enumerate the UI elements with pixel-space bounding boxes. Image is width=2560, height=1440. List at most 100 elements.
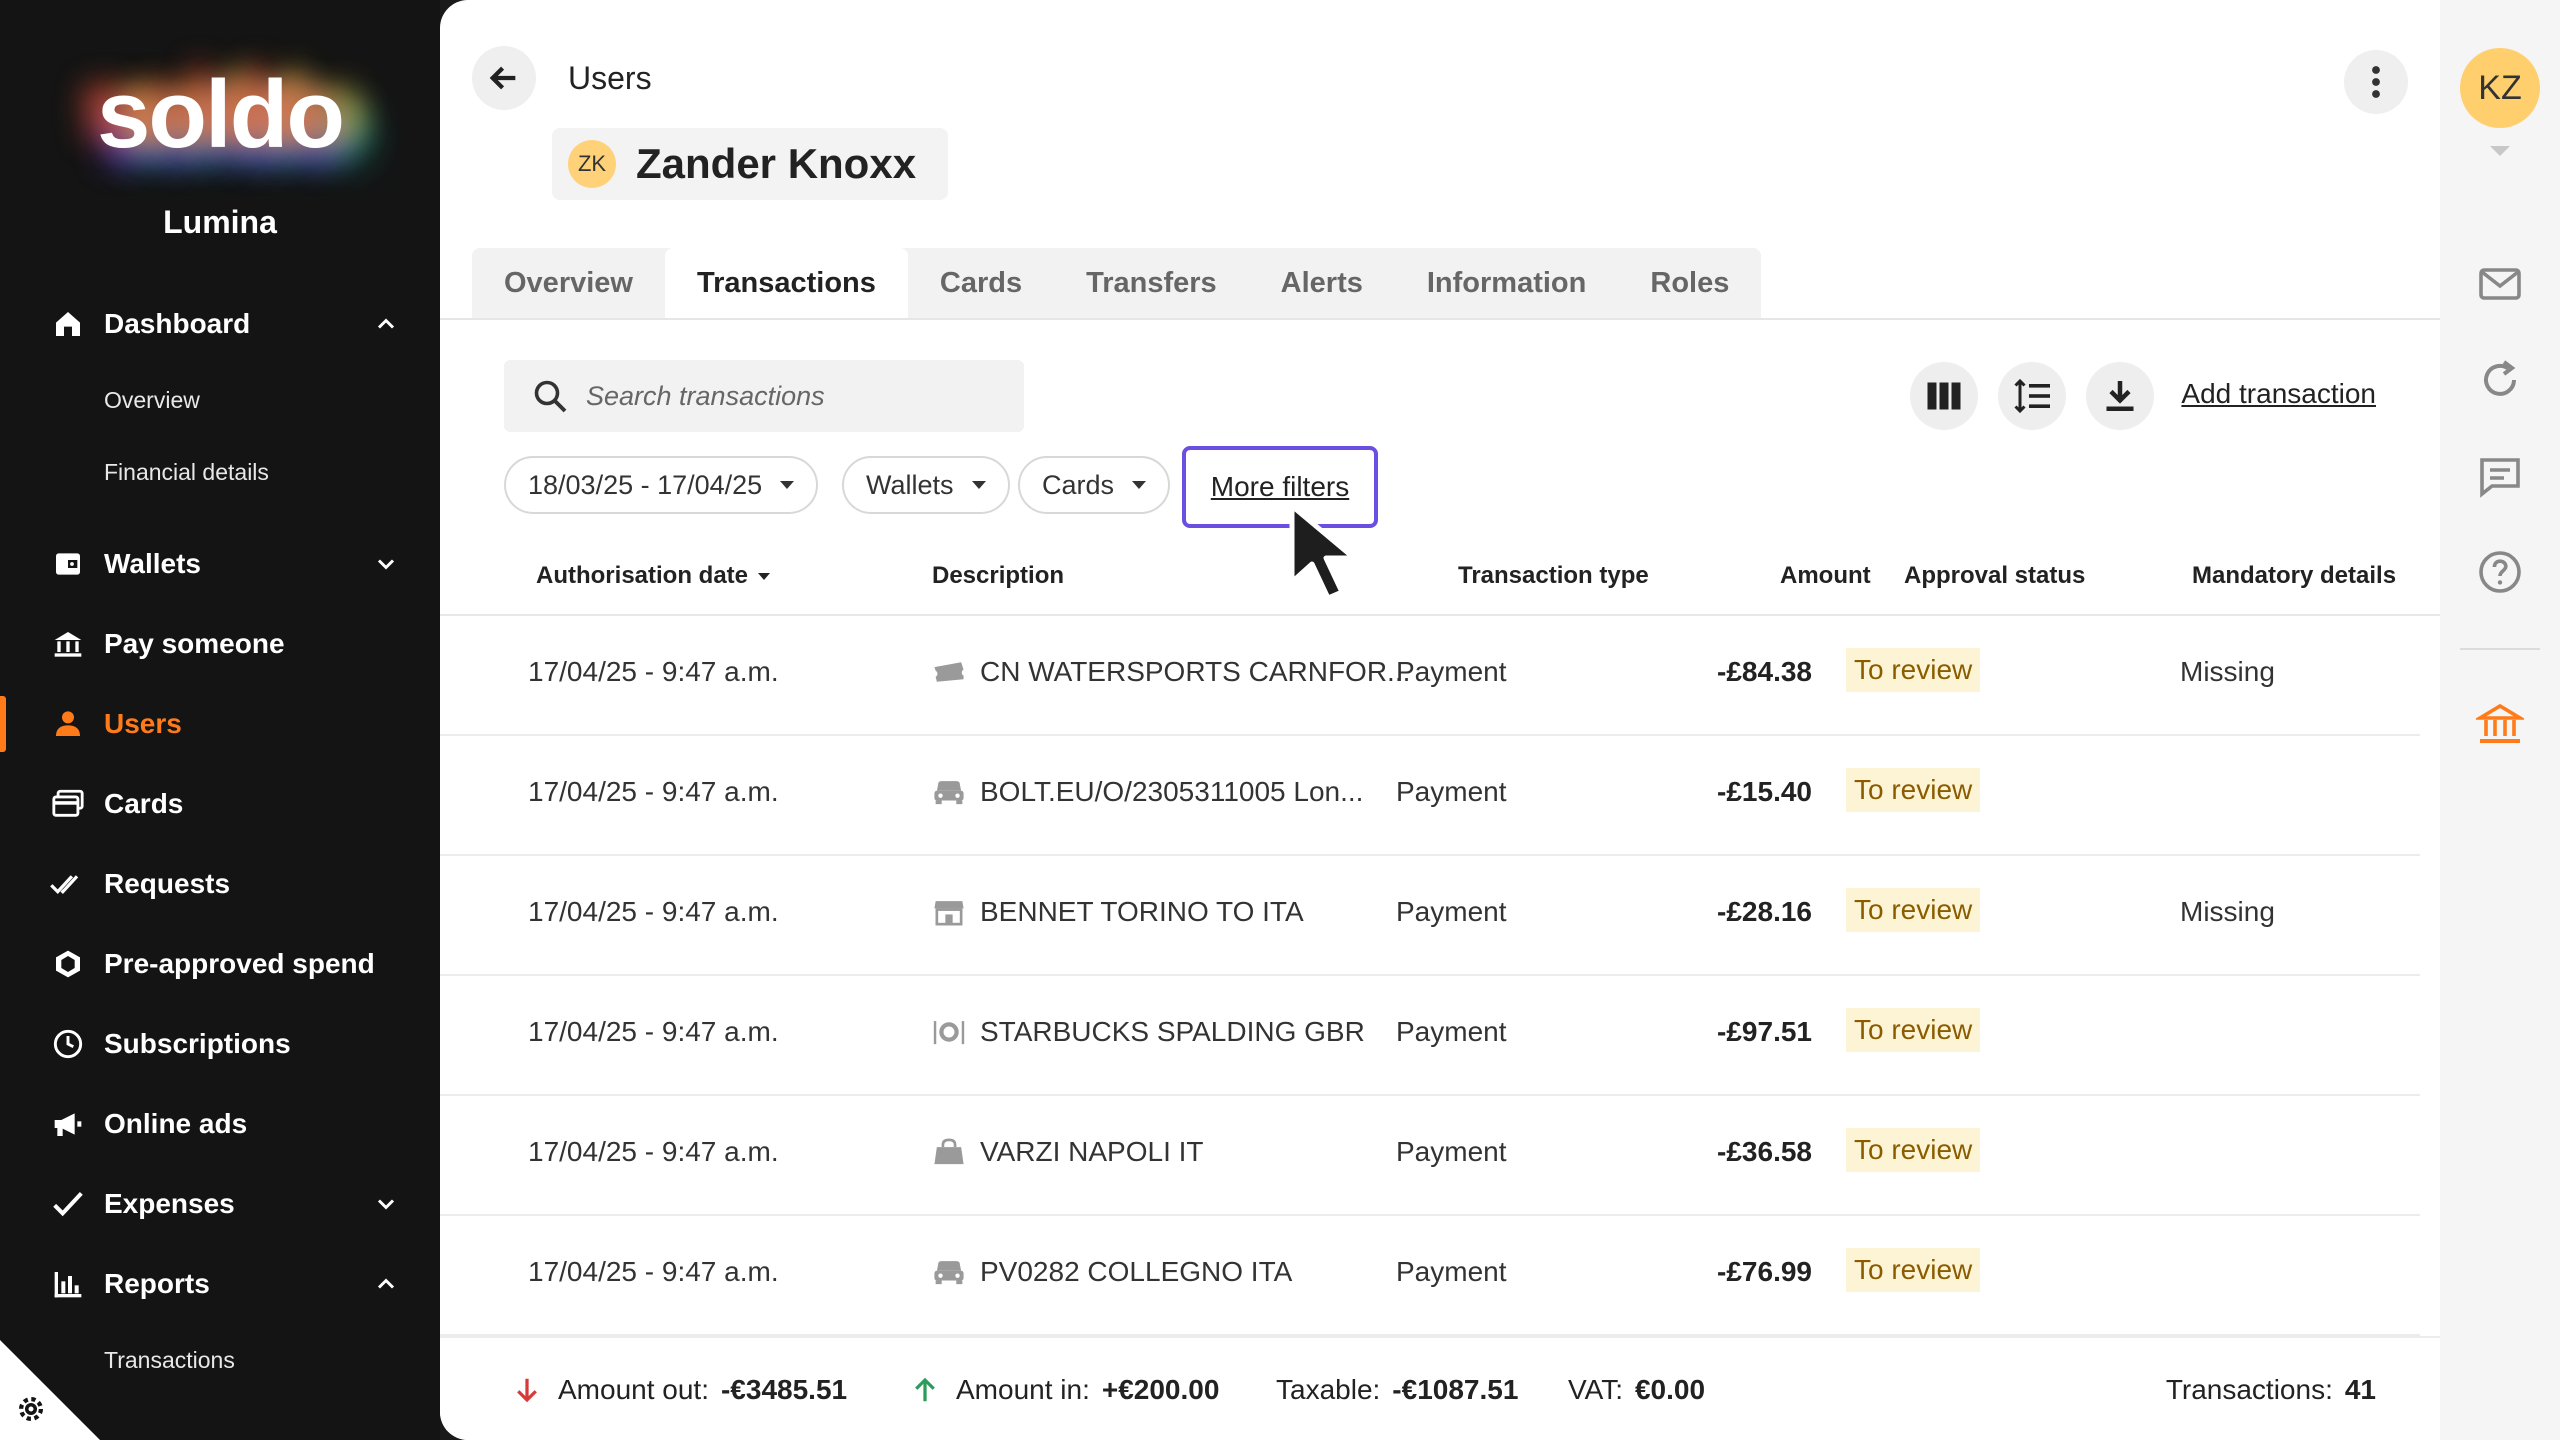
vat-value: €0.00 (1634, 1374, 1706, 1405)
sidebar-item-expenses[interactable]: Expenses (0, 1164, 440, 1244)
caret-down-icon[interactable] (2490, 146, 2510, 156)
sidebar-item-wallets[interactable]: Wallets (0, 524, 440, 604)
back-button[interactable] (472, 46, 536, 110)
row-amount: -£76.99 (1717, 1256, 1812, 1287)
wallet-icon (50, 546, 86, 582)
tab-transactions[interactable]: Transactions (664, 248, 908, 318)
row-mandatory-details: Missing (2180, 896, 2275, 927)
row-date: 17/04/25 - 9:47 a.m. (528, 1256, 779, 1287)
taxable-label: Taxable: (1276, 1374, 1381, 1405)
search-icon (534, 380, 567, 413)
sidebar-subitem-transactions[interactable]: Transactions (0, 1324, 440, 1396)
table-row[interactable]: 17/04/25 - 9:47 a.m. VARZI NAPOLI IT Pay… (440, 1096, 2420, 1216)
table-row[interactable]: 17/04/25 - 9:47 a.m. BENNET TORINO TO IT… (440, 856, 2420, 976)
table-row[interactable]: 17/04/25 - 9:47 a.m. STARBUCKS SPALDING … (440, 976, 2420, 1096)
tab-transfers[interactable]: Transfers (1054, 248, 1249, 318)
transactions-count: Transactions: 41 (2166, 1374, 2376, 1406)
column-header-mandatory-details: Mandatory details (2192, 562, 2397, 589)
arrow-down-icon (517, 1378, 537, 1403)
download-icon (2106, 381, 2134, 411)
vat-summary: VAT: €0.00 (1568, 1374, 1705, 1406)
download-button[interactable] (2086, 362, 2154, 430)
sidebar-item-dashboard[interactable]: Dashboard (0, 284, 440, 364)
sidebar-subitem-overview[interactable]: Overview (0, 364, 440, 436)
columns-button[interactable] (1910, 362, 1978, 430)
tab-roles[interactable]: Roles (1618, 248, 1761, 318)
row-type: Payment (1396, 1256, 1507, 1287)
column-header-description: Description (932, 562, 1065, 589)
divider (440, 318, 2440, 320)
search-input[interactable] (586, 380, 1006, 412)
tab-overview[interactable]: Overview (472, 248, 665, 318)
chevron-down-icon[interactable] (372, 1190, 400, 1218)
row-mandatory-details: Missing (2180, 656, 2275, 687)
row-date: 17/04/25 - 9:47 a.m. (528, 896, 779, 927)
sidebar-item-online-ads[interactable]: Online ads (0, 1084, 440, 1164)
sidebar-item-users[interactable]: Users (0, 684, 440, 764)
sidebar-item-pre-approved-spend[interactable]: Pre-approved spend (0, 924, 440, 1004)
organization-name: Lumina (163, 204, 277, 240)
chat-icon[interactable] (2476, 452, 2524, 500)
add-transaction-link[interactable]: Add transaction (2181, 378, 2376, 410)
bank-icon[interactable] (2476, 700, 2524, 748)
date-range-filter[interactable]: 18/03/25 - 17/04/25 (504, 456, 819, 514)
row-description-text: PV0282 COLLEGNO ITA (980, 1256, 1293, 1287)
cards-filter[interactable]: Cards (1018, 456, 1171, 514)
column-header-authorisation-date[interactable]: Authorisation date (536, 562, 771, 590)
date-range-value: 18/03/25 - 17/04/25 (528, 469, 763, 500)
account-avatar[interactable]: KZ (2460, 48, 2540, 128)
sidebar-item-cards[interactable]: Cards (0, 764, 440, 844)
car-icon (934, 781, 964, 805)
table-row[interactable]: 17/04/25 - 9:47 a.m. BOLT.EU/O/230531100… (440, 736, 2420, 856)
sidebar-subitem-financial-details[interactable]: Financial details (0, 436, 440, 508)
summary-footer: Amount out: -€3485.51 Amount in: +€200.00 … (440, 1336, 2440, 1440)
user-header: ZK Zander Knoxx (552, 128, 949, 200)
mail-icon[interactable] (2476, 260, 2524, 308)
ticket-icon (934, 662, 964, 682)
row-description: CN WATERSPORTS CARNFOR... (932, 656, 1410, 688)
column-header-approval-status: Approval status (1904, 562, 2086, 589)
sidebar-item-label: Dashboard (104, 308, 251, 339)
sidebar-item-label: Subscriptions (104, 1028, 291, 1059)
user-icon (50, 706, 86, 742)
right-rail: KZ (2440, 0, 2560, 1440)
amount-out-summary: Amount out: -€3485.51 (512, 1374, 847, 1406)
help-icon[interactable] (2476, 548, 2524, 596)
tab-information[interactable]: Information (1395, 248, 1619, 318)
row-date: 17/04/25 - 9:47 a.m. (528, 776, 779, 807)
chevron-up-icon[interactable] (372, 1270, 400, 1298)
status-badge: To review (1846, 1128, 1981, 1172)
search-box[interactable] (504, 360, 1024, 432)
chevron-down-icon[interactable] (372, 550, 400, 578)
line-spacing-icon (2014, 378, 2050, 414)
chevron-up-icon[interactable] (372, 310, 400, 338)
more-options-button[interactable] (2344, 50, 2408, 114)
row-description: BENNET TORINO TO ITA (932, 896, 1304, 928)
sidebar-item-subscriptions[interactable]: Subscriptions (0, 1004, 440, 1084)
sidebar-item-reports[interactable]: Reports (0, 1244, 440, 1324)
sidebar-item-pay-someone[interactable]: Pay someone (0, 604, 440, 684)
tab-cards[interactable]: Cards (908, 248, 1054, 318)
row-amount: -£97.51 (1717, 1016, 1812, 1047)
shopping-bag-icon (934, 1138, 964, 1165)
refresh-icon[interactable] (2476, 356, 2524, 404)
column-header-transaction-type: Transaction type (1458, 562, 1649, 589)
table-row[interactable]: 17/04/25 - 9:47 a.m. CN WATERSPORTS CARN… (440, 616, 2420, 736)
tab-bar: Overview Transactions Cards Transfers Al… (472, 248, 1762, 318)
sidebar-item-label: Reports (104, 1268, 210, 1299)
sidebar-item-requests[interactable]: Requests (0, 844, 440, 924)
breadcrumb[interactable]: Users (568, 60, 652, 97)
tab-alerts[interactable]: Alerts (1249, 248, 1395, 318)
logo: soldo (0, 60, 440, 170)
row-amount: -£28.16 (1717, 896, 1812, 927)
column-header-label: Authorisation date (536, 562, 749, 589)
row-type: Payment (1396, 776, 1507, 807)
table-row[interactable]: 17/04/25 - 9:47 a.m. PV0282 COLLEGNO ITA… (440, 1216, 2420, 1336)
megaphone-icon (50, 1106, 86, 1142)
gear-icon[interactable] (14, 1392, 48, 1426)
wallets-filter[interactable]: Wallets (842, 456, 1010, 514)
row-date: 17/04/25 - 9:47 a.m. (528, 656, 779, 687)
transactions-count-value: 41 (2344, 1374, 2376, 1405)
row-density-button[interactable] (1998, 362, 2066, 430)
bar-chart-icon (50, 1266, 86, 1302)
